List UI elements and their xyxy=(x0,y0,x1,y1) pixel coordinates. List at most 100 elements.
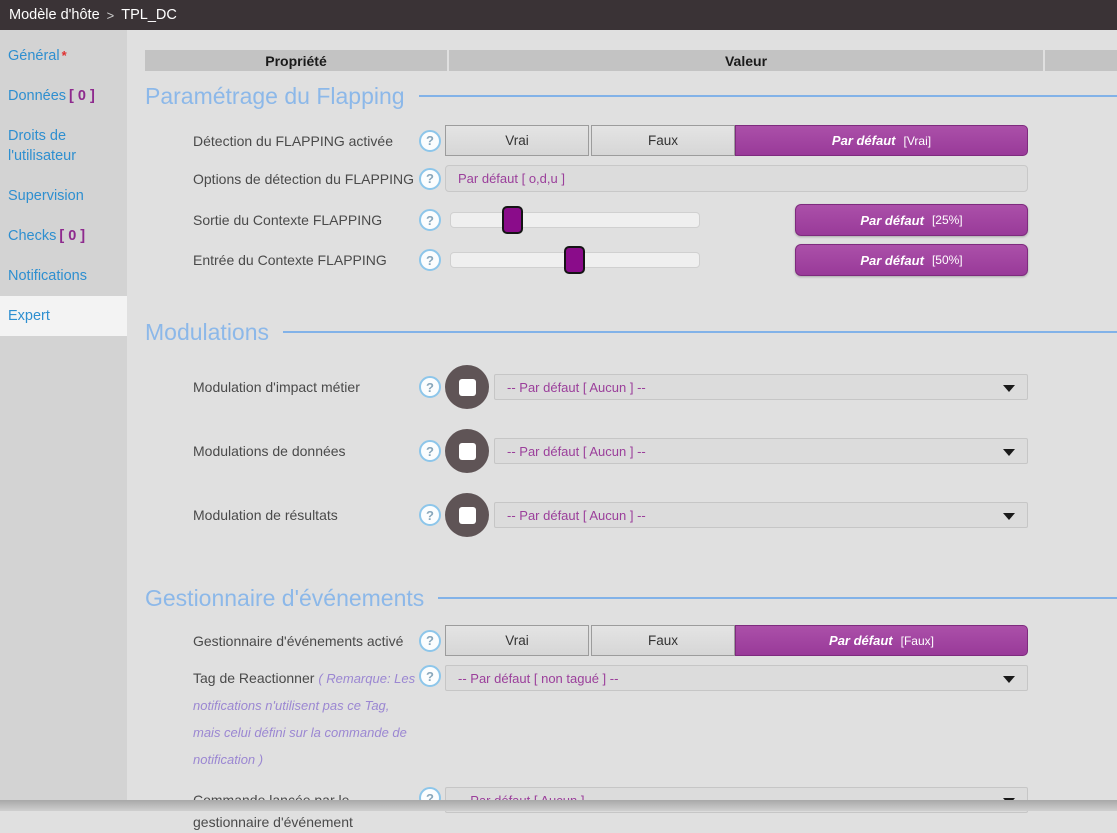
row-modulation-donnees: Modulations de données ? -- Par défaut [… xyxy=(193,429,1117,473)
table-header-property: Propriété xyxy=(145,50,447,71)
sidebar: Général* Données[ 0 ] Droits de l'utilis… xyxy=(0,30,127,800)
breadcrumb-separator: > xyxy=(107,8,115,23)
row-flapping-detection: Détection du FLAPPING activée ? Vrai Fau… xyxy=(193,125,1117,156)
section-rule xyxy=(438,597,1117,599)
field-label: Modulation d'impact métier xyxy=(193,377,419,397)
default-value: [50%] xyxy=(932,253,963,267)
flapping-entry-slider xyxy=(450,246,700,274)
chevron-down-icon xyxy=(1003,385,1015,392)
event-handler-true-button[interactable]: Vrai xyxy=(445,625,589,656)
section-rule xyxy=(419,95,1117,97)
default-label: Par défaut xyxy=(829,633,893,648)
section-title-flapping: Paramétrage du Flapping xyxy=(145,80,1117,112)
reactionner-tag-select[interactable]: -- Par défaut [ non tagué ] -- xyxy=(445,665,1028,691)
slider-handle[interactable] xyxy=(502,206,523,234)
flapping-entry-default-button[interactable]: Par défaut [50%] xyxy=(795,244,1028,276)
field-label: Modulation de résultats xyxy=(193,505,419,525)
help-icon[interactable]: ? xyxy=(419,376,441,398)
default-value: [Vrai] xyxy=(904,134,932,148)
help-icon[interactable]: ? xyxy=(419,168,441,190)
sidebar-item-expert[interactable]: Expert xyxy=(0,296,127,336)
sidebar-item-label: Expert xyxy=(8,308,50,324)
sidebar-item-label: Checks xyxy=(8,228,56,244)
section-title-text: Paramétrage du Flapping xyxy=(145,83,405,110)
field-label-text: Tag de Reactionner xyxy=(193,670,314,686)
breadcrumb: Modèle d'hôte > TPL_DC xyxy=(0,0,1117,30)
tri-state-group: Vrai Faux Par défaut [Vrai] xyxy=(445,125,1028,156)
field-label: Tag de Reactionner ( Remarque: Les notif… xyxy=(193,665,419,773)
slider-handle[interactable] xyxy=(564,246,585,274)
modulation-impact-clear-button[interactable] xyxy=(445,365,489,409)
flapping-false-button[interactable]: Faux xyxy=(591,125,735,156)
chevron-down-icon xyxy=(1003,513,1015,520)
flapping-options-input[interactable] xyxy=(445,165,1028,192)
slider-track[interactable] xyxy=(450,212,700,228)
flapping-default-button[interactable]: Par défaut [Vrai] xyxy=(735,125,1028,156)
help-icon[interactable]: ? xyxy=(419,130,441,152)
row-modulation-resultats: Modulation de résultats ? -- Par défaut … xyxy=(193,493,1117,537)
help-icon[interactable]: ? xyxy=(419,249,441,271)
default-label: Par défaut xyxy=(860,213,924,228)
sidebar-item-droits[interactable]: Droits de l'utilisateur xyxy=(0,116,127,176)
flapping-exit-default-button[interactable]: Par défaut [25%] xyxy=(795,204,1028,236)
flapping-exit-slider xyxy=(450,206,700,234)
row-modulation-impact: Modulation d'impact métier ? -- Par défa… xyxy=(193,365,1117,409)
sidebar-item-label: Droits de l'utilisateur xyxy=(8,128,76,164)
modulation-impact-select[interactable]: -- Par défaut [ Aucun ] -- xyxy=(494,374,1028,400)
field-label: Détection du FLAPPING activée xyxy=(193,131,419,151)
sidebar-item-label: Données xyxy=(8,88,66,104)
default-value: [Faux] xyxy=(901,634,934,648)
modulation-resultats-clear-button[interactable] xyxy=(445,493,489,537)
field-label: Gestionnaire d'événements activé xyxy=(193,631,419,651)
stop-square-icon xyxy=(459,379,476,396)
row-flapping-entry: Entrée du Contexte FLAPPING ? Par défaut… xyxy=(193,244,1117,276)
tri-state-group: Vrai Faux Par défaut [Faux] xyxy=(445,625,1028,656)
row-flapping-exit: Sortie du Contexte FLAPPING ? Par défaut… xyxy=(193,204,1117,236)
field-label: Modulations de données xyxy=(193,441,419,461)
section-title-text: Modulations xyxy=(145,319,269,346)
stop-square-icon xyxy=(459,443,476,460)
section-title-modulations: Modulations xyxy=(145,316,1117,348)
selected-option: -- Par défaut [ Aucun ] -- xyxy=(507,444,646,459)
modulation-resultats-select[interactable]: -- Par défaut [ Aucun ] -- xyxy=(494,502,1028,528)
row-reactionner-tag: Tag de Reactionner ( Remarque: Les notif… xyxy=(193,665,1117,773)
sidebar-item-label: Supervision xyxy=(8,188,84,204)
required-asterisk: * xyxy=(62,48,67,63)
default-label: Par défaut xyxy=(832,133,896,148)
help-icon[interactable]: ? xyxy=(419,630,441,652)
main-content: Propriété Valeur Paramétrage du Flapping… xyxy=(127,30,1117,800)
breadcrumb-parent[interactable]: Modèle d'hôte xyxy=(9,7,100,23)
default-value: [25%] xyxy=(932,213,963,227)
default-label: Par défaut xyxy=(860,253,924,268)
breadcrumb-current: TPL_DC xyxy=(121,7,177,23)
chevron-down-icon xyxy=(1003,676,1015,683)
sidebar-item-general[interactable]: Général* xyxy=(0,36,127,76)
sidebar-item-label: Notifications xyxy=(8,268,87,284)
sidebar-item-donnees[interactable]: Données[ 0 ] xyxy=(0,76,127,116)
field-label: Sortie du Contexte FLAPPING xyxy=(193,210,419,230)
flapping-true-button[interactable]: Vrai xyxy=(445,125,589,156)
help-icon[interactable]: ? xyxy=(419,440,441,462)
section-title-text: Gestionnaire d'événements xyxy=(145,585,424,612)
count-badge: [ 0 ] xyxy=(59,228,85,244)
section-rule xyxy=(283,331,1117,333)
table-header-value: Valeur xyxy=(449,50,1043,71)
sidebar-item-supervision[interactable]: Supervision xyxy=(0,176,127,216)
section-title-event-handler: Gestionnaire d'événements xyxy=(145,582,1117,614)
help-icon[interactable]: ? xyxy=(419,665,441,687)
event-handler-default-button[interactable]: Par défaut [Faux] xyxy=(735,625,1028,656)
field-label: Options de détection du FLAPPING xyxy=(193,169,419,189)
sidebar-item-label: Général xyxy=(8,48,60,64)
sidebar-item-checks[interactable]: Checks[ 0 ] xyxy=(0,216,127,256)
modulation-donnees-select[interactable]: -- Par défaut [ Aucun ] -- xyxy=(494,438,1028,464)
modulation-donnees-clear-button[interactable] xyxy=(445,429,489,473)
selected-option: -- Par défaut [ Aucun ] -- xyxy=(507,508,646,523)
row-event-handler-enabled: Gestionnaire d'événements activé ? Vrai … xyxy=(193,625,1117,656)
help-icon[interactable]: ? xyxy=(419,504,441,526)
app-window: Modèle d'hôte > TPL_DC Général* Données[… xyxy=(0,0,1117,811)
stop-square-icon xyxy=(459,507,476,524)
bottom-shadow xyxy=(0,800,1117,811)
event-handler-false-button[interactable]: Faux xyxy=(591,625,735,656)
sidebar-item-notifications[interactable]: Notifications xyxy=(0,256,127,296)
help-icon[interactable]: ? xyxy=(419,209,441,231)
